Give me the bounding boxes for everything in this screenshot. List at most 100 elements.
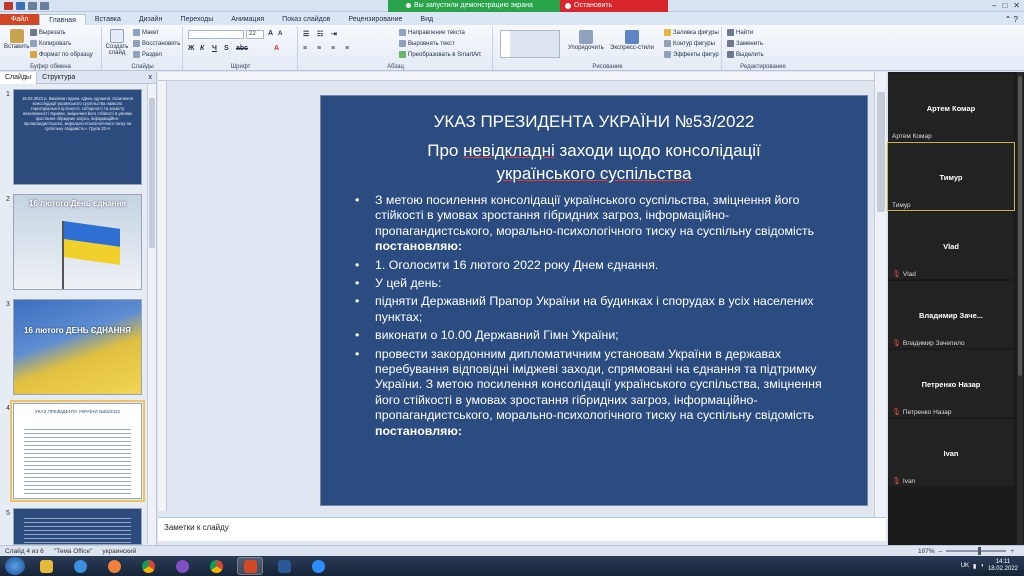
align-left-icon[interactable]: ≡ [303, 45, 307, 52]
explorer-icon[interactable] [33, 557, 59, 575]
participant-name: Vlad [943, 242, 959, 251]
participant-tile[interactable]: Владимир Заче... 🎙 Владимир Зачепило [888, 281, 1014, 348]
font-color-icon[interactable]: A [274, 45, 279, 52]
redo-icon[interactable] [40, 1, 49, 10]
thumbnail-image: 16 лютого День єднання [13, 194, 142, 290]
shape-outline-button[interactable]: Контур фигуры [664, 40, 715, 47]
undo-icon[interactable] [28, 1, 37, 10]
arrange-button[interactable]: Упорядочить [568, 30, 604, 51]
tab-design[interactable]: Дизайн [130, 14, 172, 25]
zoom-slider-knob[interactable] [977, 547, 981, 555]
numbering-icon[interactable]: ☷ [317, 30, 323, 38]
participant-label: 🎙 Петренко Назар [892, 408, 952, 417]
slide-body[interactable]: З метою посилення консолідації українськ… [351, 193, 841, 442]
network-icon[interactable]: ▮ [973, 563, 976, 570]
start-button[interactable] [5, 557, 25, 575]
tab-animation[interactable]: Анимация [222, 14, 273, 25]
strike-icon[interactable]: abc [236, 45, 248, 52]
participant-tile[interactable]: Петренко Назар 🎙 Петренко Назар [888, 350, 1014, 417]
slide-subtitle[interactable]: Про невідкладні заходи щодо консолідації… [321, 139, 867, 185]
underline-icon[interactable]: Ч [212, 45, 217, 52]
justify-icon[interactable]: ≡ [345, 45, 349, 52]
tab-file[interactable]: Файл [0, 14, 40, 25]
chrome-icon[interactable] [203, 557, 229, 575]
participant-name: Петренко Назар [921, 380, 981, 389]
maximize-icon[interactable]: □ [1002, 1, 1007, 10]
bold-icon[interactable]: Ж [188, 45, 194, 52]
tab-review[interactable]: Рецензирование [339, 14, 411, 25]
ie-icon[interactable] [67, 557, 93, 575]
section-button[interactable]: Раздел [133, 51, 162, 58]
tab-transitions[interactable]: Переходы [171, 14, 222, 25]
participants-scrollbar[interactable] [1017, 72, 1023, 545]
format-painter-button[interactable]: Формат по образцу [30, 51, 93, 58]
thumbnail-image: 16 лютого ДЕНЬ ЄДНАННЯ [13, 299, 142, 395]
indent-icon[interactable]: ⇥ [331, 30, 337, 38]
zoom-control[interactable]: 107% – + [918, 546, 1014, 556]
slides-panel-scrollbar[interactable] [147, 84, 156, 545]
font-name-box[interactable] [188, 30, 244, 39]
title-bar: Вы запустили демонстрацию экрана Останов… [0, 0, 1024, 21]
participant-tile[interactable]: Ivan 🎙 Ivan [888, 419, 1014, 486]
current-slide[interactable]: УКАЗ ПРЕЗИДЕНТА УКРАЇНИ №53/2022 Про нев… [320, 95, 868, 506]
new-slide-button[interactable]: Создать слайд [105, 29, 129, 56]
font-size-box[interactable]: 22 [246, 30, 264, 39]
zoom-app-icon[interactable] [305, 557, 331, 575]
tab-home[interactable]: Главная [39, 14, 86, 25]
volume-icon[interactable]: ◖ [980, 563, 984, 569]
participant-tile[interactable]: Тимур Тимур [887, 142, 1015, 211]
tab-slideshow[interactable]: Показ слайдов [273, 14, 339, 25]
word-icon[interactable] [271, 557, 297, 575]
shape-fill-button[interactable]: Заливка фигуры [664, 29, 719, 36]
smartart-button[interactable]: Преобразовать в SmartArt [399, 51, 481, 58]
tab-insert[interactable]: Вставка [86, 14, 130, 25]
chrome-icon[interactable] [135, 557, 161, 575]
reset-button[interactable]: Восстановить [133, 40, 180, 47]
align-center-icon[interactable]: ≡ [317, 45, 321, 52]
tab-view[interactable]: Вид [411, 14, 442, 25]
powerpoint-icon[interactable] [237, 557, 263, 575]
shapes-gallery[interactable] [500, 30, 560, 58]
copy-button[interactable]: Копировать [30, 40, 71, 47]
shrink-font-icon[interactable]: A [278, 31, 282, 37]
help-icon[interactable]: ⌃ ? [1005, 14, 1024, 25]
keyboard-language[interactable]: UK [961, 563, 969, 569]
clock[interactable]: 14:11 18.02.2022 [988, 559, 1018, 573]
quick-styles-button[interactable]: Экспресс-стили [610, 30, 654, 51]
shape-effects-button[interactable]: Эффекты фигур [664, 51, 719, 58]
zoom-slider[interactable] [946, 547, 1007, 555]
close-icon[interactable]: x [149, 74, 157, 81]
participant-tile[interactable]: Артем Комар Артем Комар [888, 74, 1014, 141]
tab-outline[interactable]: Структура [37, 72, 80, 84]
stop-share-button[interactable]: Остановить демонстрацию [560, 0, 668, 21]
language-indicator[interactable]: украинский [97, 548, 141, 555]
close-icon[interactable]: ✕ [1013, 1, 1020, 10]
minimize-icon[interactable]: – [992, 1, 996, 10]
shadow-icon[interactable]: S [224, 45, 229, 52]
zoom-in-icon[interactable]: + [1010, 548, 1014, 555]
find-button[interactable]: Найти [727, 29, 753, 36]
viber-icon[interactable] [169, 557, 195, 575]
slide-title[interactable]: УКАЗ ПРЕЗИДЕНТА УКРАЇНИ №53/2022 [321, 112, 867, 132]
cut-button[interactable]: Вырезать [30, 29, 66, 36]
paste-button[interactable]: Вставить [4, 29, 29, 50]
tab-slides[interactable]: Слайды [0, 71, 38, 84]
layout-button[interactable]: Макет [133, 29, 159, 36]
editor-scrollbar[interactable] [874, 72, 886, 517]
text-direction-button[interactable]: Направление текста [399, 29, 465, 36]
replace-button[interactable]: Заменить [727, 40, 763, 47]
bullets-icon[interactable]: ☰ [303, 30, 309, 38]
grow-font-icon[interactable]: A [268, 30, 273, 37]
align-right-icon[interactable]: ≡ [331, 45, 335, 52]
new-slide-icon [110, 29, 124, 43]
muted-mic-icon: 🎙 [892, 478, 901, 485]
save-icon[interactable] [16, 1, 25, 10]
participant-tile[interactable]: Vlad 🎙 Vlad [888, 212, 1014, 279]
italic-icon[interactable]: К [200, 45, 204, 52]
participant-label: Артем Комар [892, 133, 932, 140]
select-button[interactable]: Выделить [727, 51, 764, 58]
zoom-out-icon[interactable]: – [939, 548, 943, 555]
notes-field[interactable]: Заметки к слайду [158, 517, 886, 541]
align-text-button[interactable]: Выровнять текст [399, 40, 455, 47]
media-icon[interactable] [101, 557, 127, 575]
